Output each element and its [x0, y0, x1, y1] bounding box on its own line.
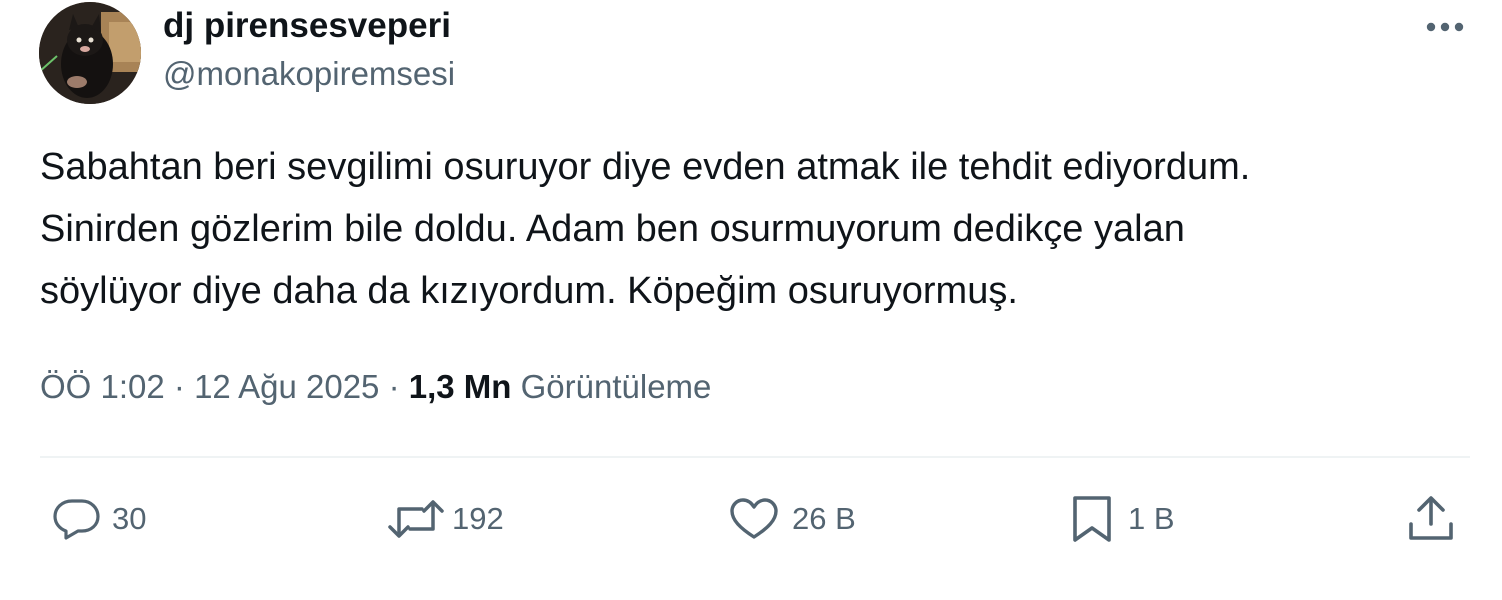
bookmark-icon [1073, 496, 1111, 542]
reply-icon [53, 499, 100, 540]
share-icon [1409, 496, 1453, 540]
reply-count: 30 [112, 501, 147, 536]
bookmark-button[interactable]: 1 B [1070, 494, 1175, 544]
heart-icon [730, 498, 778, 539]
like-count: 26 B [792, 501, 856, 536]
like-button[interactable]: 26 B [728, 494, 856, 544]
author-block: dj pirensesveperi @monakopiremsesi [163, 4, 455, 94]
tweet-time[interactable]: ÖÖ 1:02 [40, 368, 165, 405]
repost-count: 192 [452, 501, 504, 536]
more-icon [1426, 22, 1464, 32]
more-options-button[interactable] [1420, 10, 1470, 44]
handle[interactable]: @monakopiremsesi [163, 54, 455, 94]
views-label[interactable]: Görüntüleme [521, 368, 712, 405]
tweet-meta: ÖÖ 1:02 · 12 Ağu 2025 · 1,3 Mn Görüntüle… [40, 365, 711, 409]
tweet-text: Sabahtan beri sevgilimi osuruyor diye ev… [40, 146, 1251, 312]
display-name[interactable]: dj pirensesveperi [163, 4, 455, 48]
divider [40, 456, 1470, 458]
avatar[interactable] [39, 2, 141, 104]
repost-icon [388, 500, 444, 538]
reply-button[interactable]: 30 [52, 494, 146, 544]
meta-separator: · [164, 368, 195, 405]
tweet: dj pirensesveperi @monakopiremsesi Sabah… [0, 0, 1502, 600]
meta-separator: · [379, 368, 409, 405]
bookmark-count: 1 B [1128, 501, 1175, 536]
views-count[interactable]: 1,3 Mn [409, 368, 512, 405]
repost-button[interactable]: 192 [386, 494, 504, 544]
share-button[interactable] [1406, 494, 1456, 544]
tweet-date[interactable]: 12 Ağu 2025 [194, 368, 379, 405]
avatar-image [39, 2, 141, 104]
